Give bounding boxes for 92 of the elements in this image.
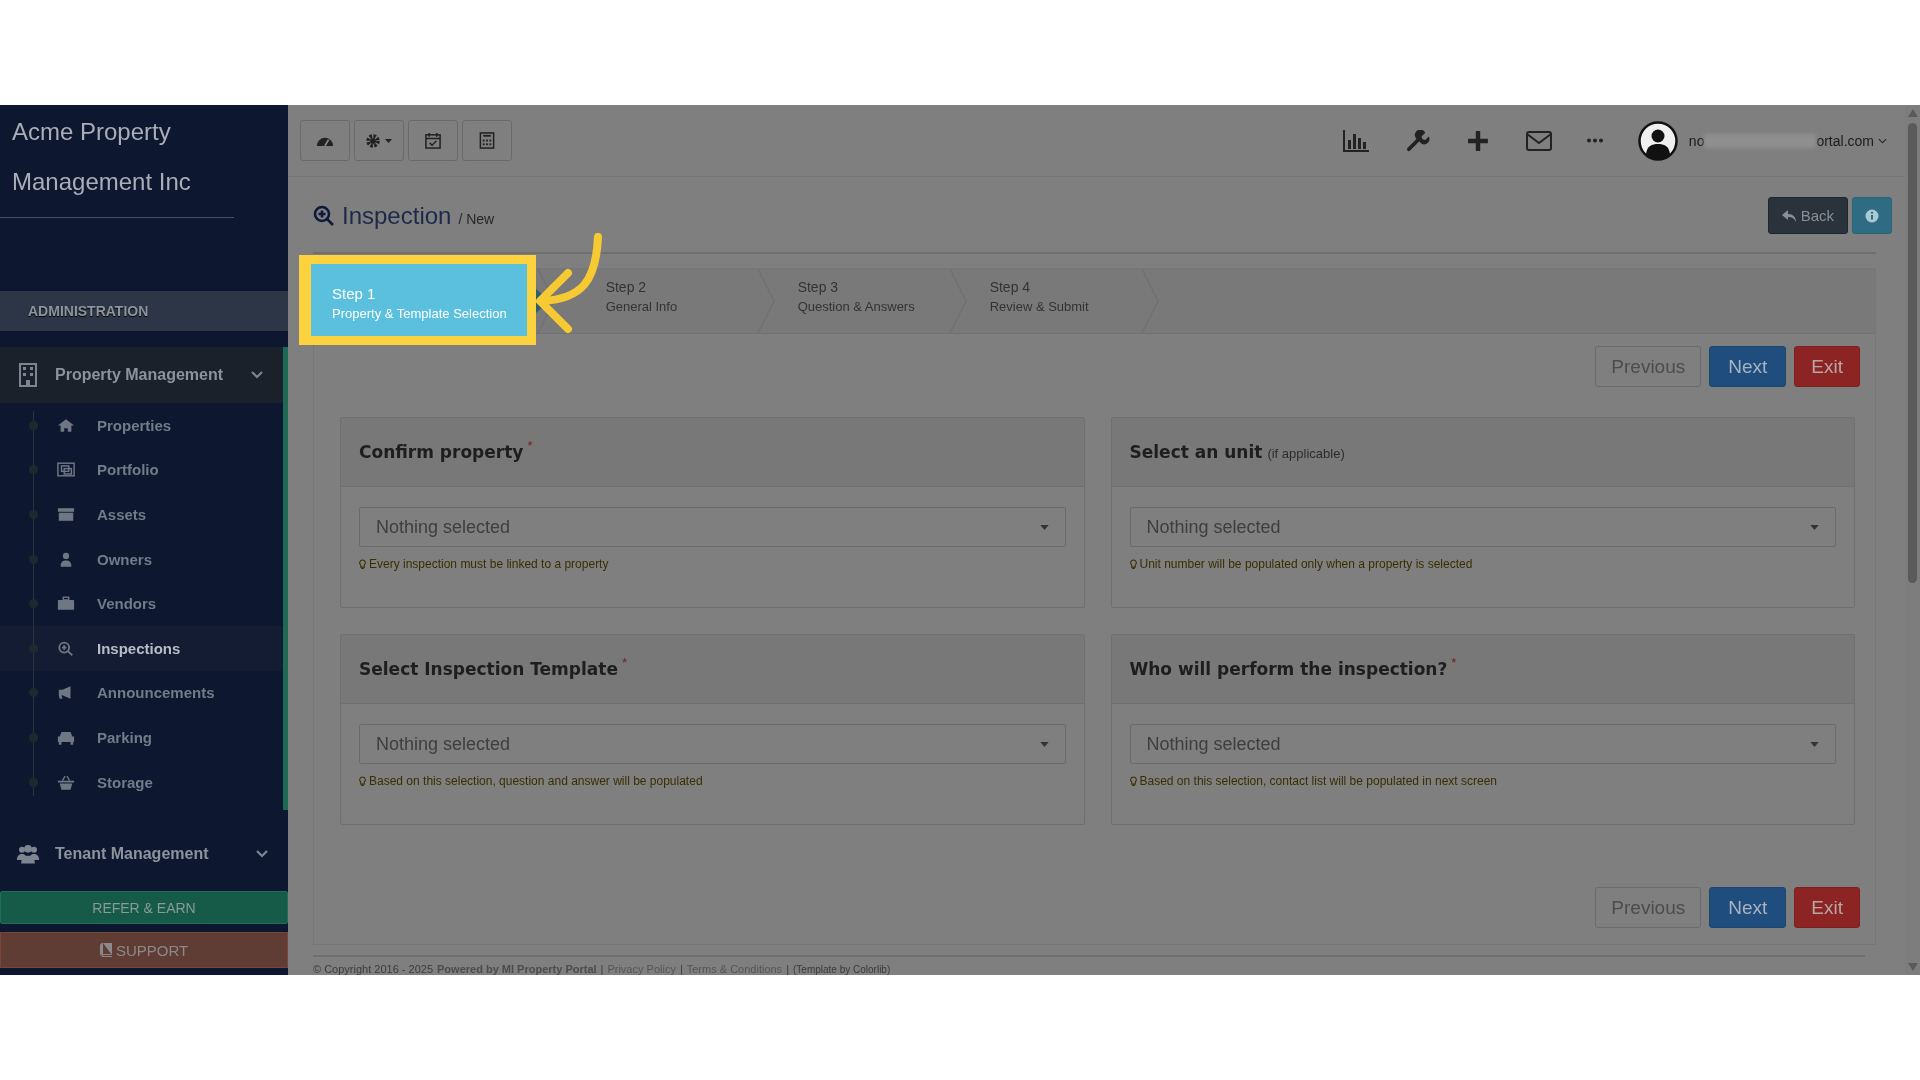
calendar-check-icon [424,132,442,149]
dropdown-field[interactable]: Nothing selected [1129,507,1836,547]
wizard-step[interactable]: Step 2 General Info [557,269,756,333]
section-header: ADMINISTRATION [0,291,288,331]
tree-node [29,420,38,430]
nav-item[interactable]: Storage [0,759,283,805]
caret-icon [1039,741,1049,747]
briefcase-icon [57,596,75,612]
scroll-thumb[interactable] [1908,123,1917,583]
wizard-step[interactable]: Step 1 Property & Template Selection [299,255,536,345]
settings-icon [365,132,393,149]
tree-node [29,777,38,787]
hint-text: Based on this selection, question and answer will be populated [369,774,703,788]
nav-item[interactable]: Announcements [0,670,283,716]
support-button[interactable]: SUPPORT [0,932,288,968]
lightbulb-icon [1129,558,1137,570]
tree-node [29,732,38,742]
tree-node [29,554,38,564]
user-menu[interactable]: no ortal.com [1688,132,1887,149]
chevron-down-icon [256,850,268,859]
car-icon [57,729,75,745]
avatar-icon[interactable] [1637,120,1678,161]
copyright-text: © Copyright 2016 - 2025 [313,963,433,975]
nav-item[interactable]: Portfolio [0,447,283,493]
nav-group[interactable]: Property Management [0,347,283,403]
company-name: Acme Property Management Inc [0,105,234,218]
search-plus-icon [313,204,335,227]
tree-node [29,599,38,609]
card-title: Confirm property [359,442,524,462]
wizard-step[interactable]: Step 4 Review & Submit [969,269,1140,333]
required-mark: * [621,654,627,670]
search-icon [57,640,75,656]
tree-node [29,510,38,519]
separator-text: | [600,963,604,975]
dropdown-field[interactable]: Nothing selected [359,724,1066,764]
dashboard-button[interactable] [300,120,350,161]
breadcrumb: / New [458,210,495,227]
next-button[interactable]: Next [1709,346,1787,387]
portfolio-icon [57,462,75,478]
caret-icon [1039,524,1049,530]
calendar-button[interactable] [408,120,458,161]
dropdown-field[interactable]: Nothing selected [359,507,1066,547]
required-mark: * [527,437,533,453]
hint-text: Every inspection must be linked to a property [369,557,609,571]
lightbulb-icon [359,775,366,787]
more-icon[interactable] [1586,138,1603,143]
nav-item[interactable]: Owners [0,536,283,582]
next-button[interactable]: Next [1709,887,1787,928]
card-title: Select an unit [1129,442,1263,462]
building-icon [16,363,40,387]
basket-icon [57,774,75,790]
bar-chart-icon[interactable] [1342,129,1369,152]
lightbulb-icon [1129,775,1137,787]
nav-item[interactable]: Properties [0,403,283,448]
calculator-button[interactable] [462,120,512,161]
envelope-icon[interactable] [1525,129,1552,152]
wizard-step[interactable]: Step 3 Question & Answers [777,269,948,333]
info-button[interactable] [1852,197,1892,234]
caret-icon [1878,137,1887,144]
card-title: Select Inspection Template [359,659,618,679]
book-icon [99,943,112,957]
settings-button[interactable] [354,120,404,161]
field-note: (if applicable) [1267,446,1345,461]
refer-earn-button[interactable]: REFER & EARN [0,891,288,924]
caret-icon [1810,741,1819,747]
exit-button[interactable]: Exit [1794,887,1860,928]
nav-item[interactable]: Inspections [0,625,283,671]
info-icon [1865,208,1879,223]
dropdown-field[interactable]: Nothing selected [1129,724,1836,764]
card-title: Who will perform the inspection? [1129,659,1448,679]
caret-icon [1810,524,1819,530]
nav-item[interactable]: Assets [0,492,283,537]
tree-node [29,688,38,698]
page-title: Inspection [342,201,452,230]
archive-icon [57,507,75,522]
home-icon [57,417,75,433]
calculator-icon [478,132,496,149]
nav-item[interactable]: Parking [0,715,283,760]
tree-node [29,465,38,475]
reply-icon [1781,209,1796,222]
hint-text: Unit number will be populated only when a property is selected [1139,557,1473,571]
nav-item[interactable]: Vendors [0,581,283,626]
lightbulb-icon [359,558,366,570]
separator-text: | [679,963,683,975]
required-mark: * [1451,654,1457,670]
back-button[interactable]: Back [1767,197,1848,234]
exit-button[interactable]: Exit [1794,346,1860,387]
hint-text: Based on this selection, contact list will be populated in next screen [1139,774,1498,788]
nav-group[interactable]: Tenant Management [0,826,288,883]
chevron-down-icon [251,371,263,379]
template-credit: (Template by Colorlib) [793,964,891,975]
separator-text: | [786,963,789,975]
